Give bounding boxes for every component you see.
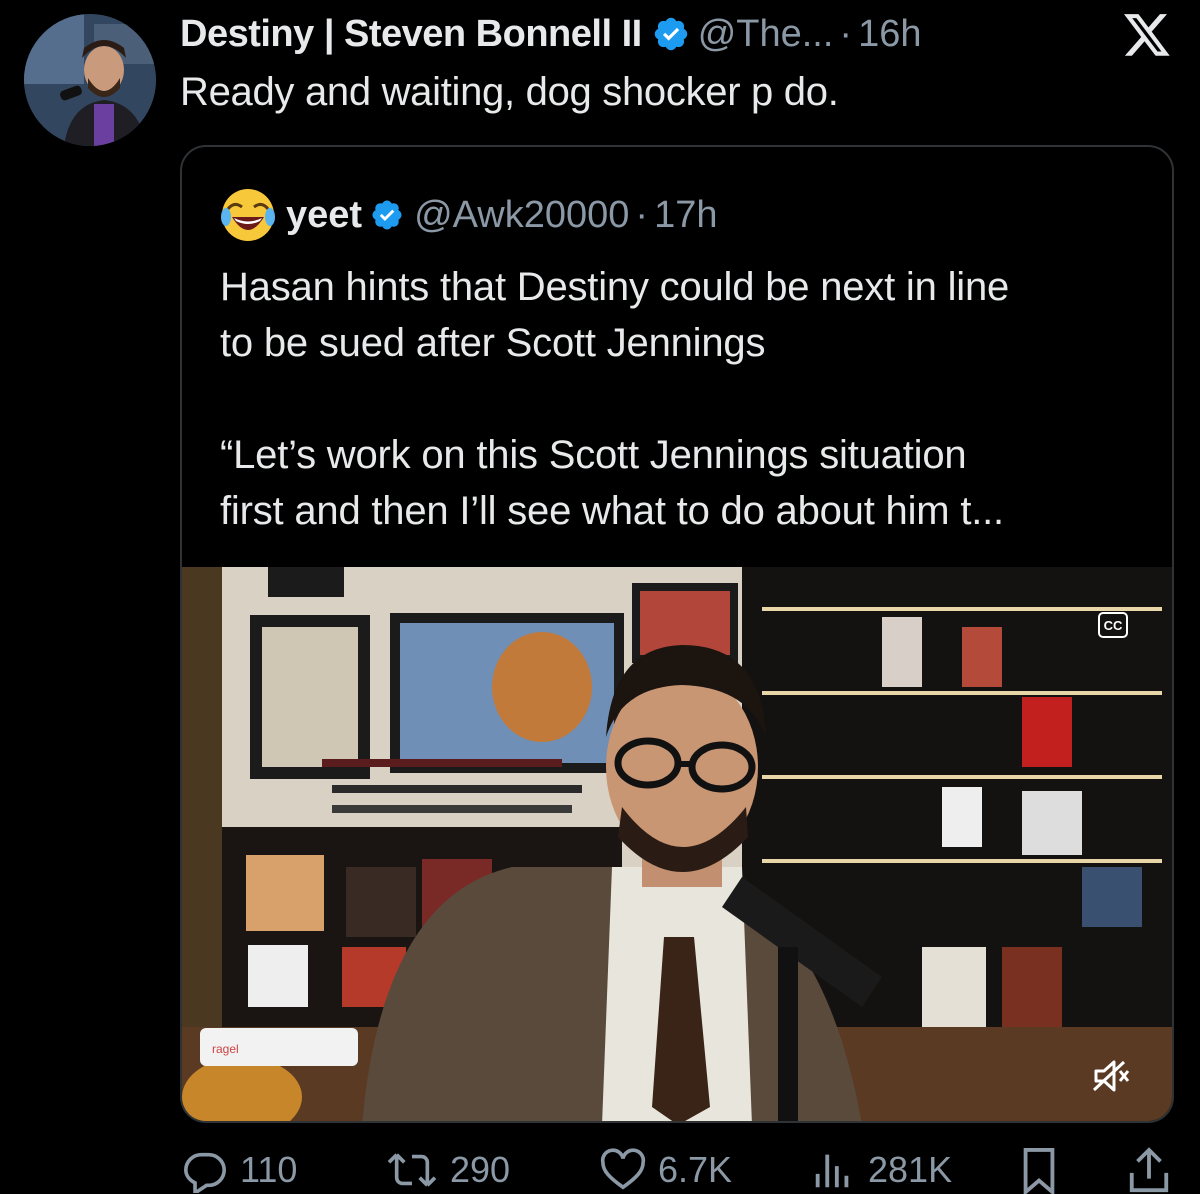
repost-icon: [387, 1153, 437, 1187]
views-icon: [815, 1154, 849, 1188]
quoted-author-handle[interactable]: @Awk20000: [414, 194, 629, 237]
tweet-text: Ready and waiting, dog shocker p do.: [180, 70, 839, 114]
action-bar: 110 290 6.7K 281K: [0, 1140, 1200, 1194]
x-logo-icon: [1124, 14, 1170, 56]
tweet-header: Destiny | Steven Bonnell II @The... · 16…: [180, 12, 921, 56]
author-name[interactable]: Destiny | Steven Bonnell II: [180, 13, 642, 56]
bookmark-icon[interactable]: [1016, 1146, 1062, 1194]
captions-button[interactable]: CC: [1098, 612, 1128, 638]
share-icon[interactable]: [1126, 1146, 1172, 1194]
quoted-tweet-text: Hasan hints that Destiny could be next i…: [220, 259, 1150, 539]
laughing-emoji-icon: [221, 189, 275, 241]
quoted-tweet-time[interactable]: 17h: [654, 194, 717, 237]
quoted-text-line: to be sued after Scott Jennings: [220, 321, 766, 365]
reply-icon: [184, 1152, 226, 1193]
reply-button[interactable]: 110: [182, 1140, 297, 1194]
quoted-tweet-header: yeet @Awk20000 · 17h: [220, 189, 717, 241]
chat-overlay: ragel: [200, 1028, 358, 1066]
quoted-text-line: Hasan hints that Destiny could be next i…: [220, 265, 1010, 309]
tweet-time[interactable]: 16h: [858, 13, 921, 56]
separator-dot: ·: [635, 193, 649, 236]
separator-dot: ·: [839, 12, 853, 55]
author-avatar[interactable]: [24, 14, 156, 146]
verified-badge-icon: [654, 17, 687, 51]
quoted-text-line: “Let’s work on this Scott Jennings situa…: [220, 433, 967, 477]
like-button[interactable]: 6.7K: [600, 1140, 732, 1194]
views-button[interactable]: 281K: [810, 1140, 952, 1194]
quoted-author-name[interactable]: yeet: [286, 194, 362, 237]
reply-count: 110: [240, 1149, 298, 1190]
author-handle[interactable]: @The...: [698, 13, 834, 56]
verified-badge-icon: [372, 200, 402, 230]
mute-icon[interactable]: [1090, 1058, 1130, 1094]
quoted-tweet[interactable]: yeet @Awk20000 · 17h Hasan hints that De…: [180, 145, 1174, 1123]
quoted-text-line: first and then I’ll see what to do about…: [220, 489, 1004, 533]
like-icon: [600, 1148, 646, 1190]
repost-count: 290: [450, 1149, 511, 1190]
repost-button[interactable]: 290: [386, 1140, 510, 1194]
views-count: 281K: [868, 1149, 953, 1190]
like-count: 6.7K: [658, 1149, 733, 1190]
